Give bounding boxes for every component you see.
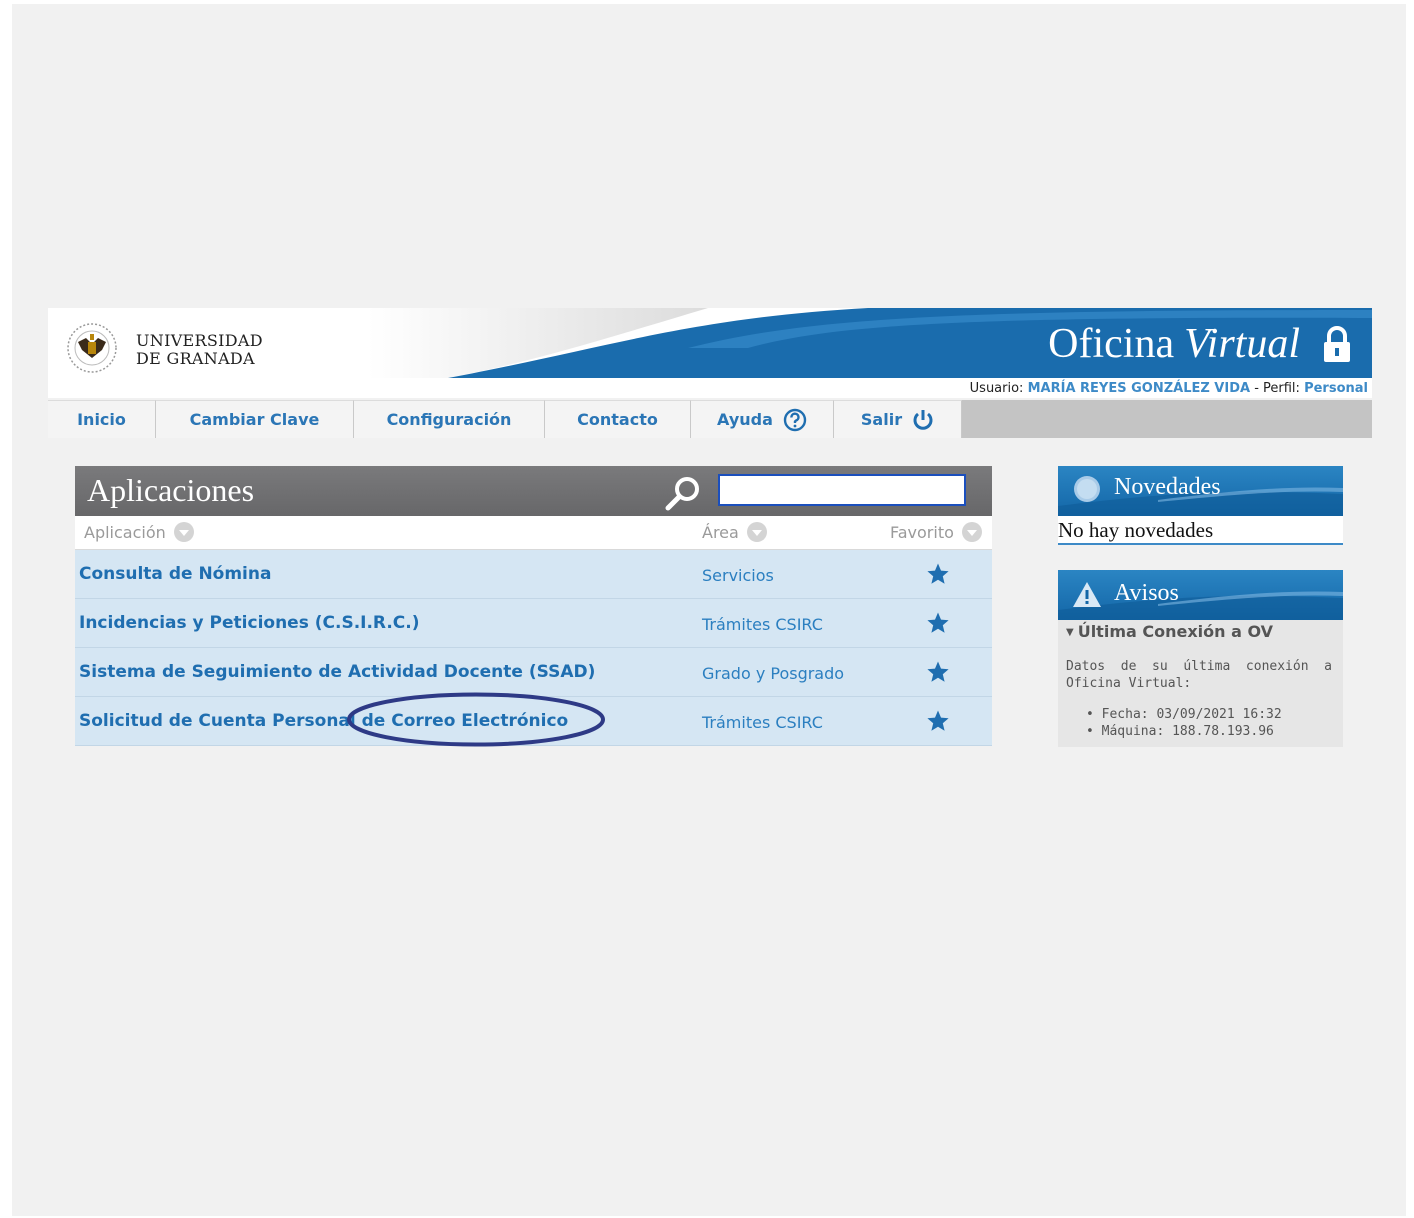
ultima-conexion-label: Última Conexión a OV [1077,622,1274,641]
table-row: Sistema de Seguimiento de Actividad Doce… [75,648,992,697]
collapse-arrow-icon: ▼ [1066,627,1074,638]
favorite-star-icon[interactable] [926,660,950,684]
favorite-star-icon[interactable] [926,709,950,733]
user-info: Usuario: MARÍA REYES GONZÁLEZ VIDA - Per… [970,381,1368,396]
applications-header: Aplicaciones [75,466,992,516]
sort-icon[interactable] [961,522,982,542]
sort-icon[interactable] [173,522,194,542]
main-nav: Inicio Cambiar Clave Configuración Conta… [48,400,1372,438]
nav-configuracion[interactable]: Configuración [354,400,545,438]
university-name-line1: UNIVERSIDAD [136,331,263,350]
site-header: UNIVERSIDAD DE GRANADA Oficina Virtual Us… [48,308,1372,398]
badge-icon [1074,476,1100,502]
table-row: Incidencias y Peticiones (C.S.I.R.C.) Tr… [75,599,992,648]
nav-ayuda[interactable]: Ayuda [691,400,834,438]
column-aplicacion-label: Aplicación [84,522,166,542]
user-name: MARÍA REYES GONZÁLEZ VIDA [1027,381,1251,396]
app-area: Trámites CSIRC [702,713,823,732]
nav-inicio-label: Inicio [77,410,126,429]
nav-salir-label: Salir [860,410,903,429]
table-row: Solicitud de Cuenta Personal de Correo E… [75,697,992,746]
university-name: UNIVERSIDAD DE GRANADA [136,332,263,368]
profile-value: Personal [1304,381,1368,396]
app-link[interactable]: Solicitud de Cuenta Personal de Correo E… [79,711,568,731]
conexion-maquina: Máquina: 188.78.193.96 [1086,723,1282,740]
app-link[interactable]: Consulta de Nómina [79,564,271,584]
nav-inicio[interactable]: Inicio [48,400,156,438]
app-area: Servicios [702,566,774,585]
column-favorito-label: Favorito [890,522,954,542]
column-headers: Aplicación Área Favorito [75,516,992,550]
power-icon [913,409,933,430]
favorite-star-icon[interactable] [926,611,950,635]
nav-configuracion-label: Configuración [386,410,512,429]
app-link[interactable]: Incidencias y Peticiones (C.S.I.R.C.) [79,613,420,633]
novedades-message: No hay novedades [1058,516,1343,545]
university-crest-logo [67,323,117,373]
nav-cambiar-clave[interactable]: Cambiar Clave [156,400,354,438]
avisos-title: Avisos [1114,580,1179,606]
ultima-conexion-toggle[interactable]: ▼ Última Conexión a OV [1066,622,1273,641]
warning-icon [1073,582,1101,607]
sort-icon[interactable] [746,522,767,542]
nav-contacto-label: Contacto [577,410,658,429]
column-area-label: Área [702,522,739,542]
nav-cambiar-clave-label: Cambiar Clave [189,410,320,429]
table-row: Consulta de Nómina Servicios [75,550,992,599]
conexion-description: Datos de su última conexión a Oficina Vi… [1066,659,1332,691]
title-part2: Virtual [1184,321,1300,367]
column-aplicacion[interactable]: Aplicación [84,522,194,542]
search-icon[interactable] [663,474,703,512]
nav-contacto[interactable]: Contacto [545,400,691,438]
novedades-title: Novedades [1114,474,1221,500]
novedades-header: Novedades [1058,466,1343,516]
favorite-star-icon[interactable] [926,562,950,586]
conexion-fecha: Fecha: 03/09/2021 16:32 [1086,706,1282,723]
column-area[interactable]: Área [702,522,767,542]
app-area: Trámites CSIRC [702,615,823,634]
help-icon [783,408,807,431]
lock-icon [1324,326,1350,362]
conexion-details: Fecha: 03/09/2021 16:32 Máquina: 188.78.… [1086,706,1282,740]
avisos-body: ▼ Última Conexión a OV Datos de su última… [1058,620,1343,747]
applications-title: Aplicaciones [87,472,255,508]
app-link[interactable]: Sistema de Seguimiento de Actividad Doce… [79,662,595,682]
title-part1: Oficina [1048,321,1175,367]
profile-label: - Perfil: [1254,381,1300,396]
oficina-virtual-title: Oficina Virtual [1048,320,1300,368]
university-name-line2: DE GRANADA [136,349,255,368]
app-area: Grado y Posgrado [702,664,845,683]
column-favorito[interactable]: Favorito [890,522,982,542]
user-label: Usuario: [969,381,1024,396]
applications-panel: Aplicaciones Aplicación Área Favorito Co… [75,466,992,747]
nav-ayuda-label: Ayuda [717,410,773,429]
avisos-header: Avisos [1058,570,1343,620]
search-input[interactable] [718,474,966,506]
nav-salir[interactable]: Salir [834,400,962,438]
